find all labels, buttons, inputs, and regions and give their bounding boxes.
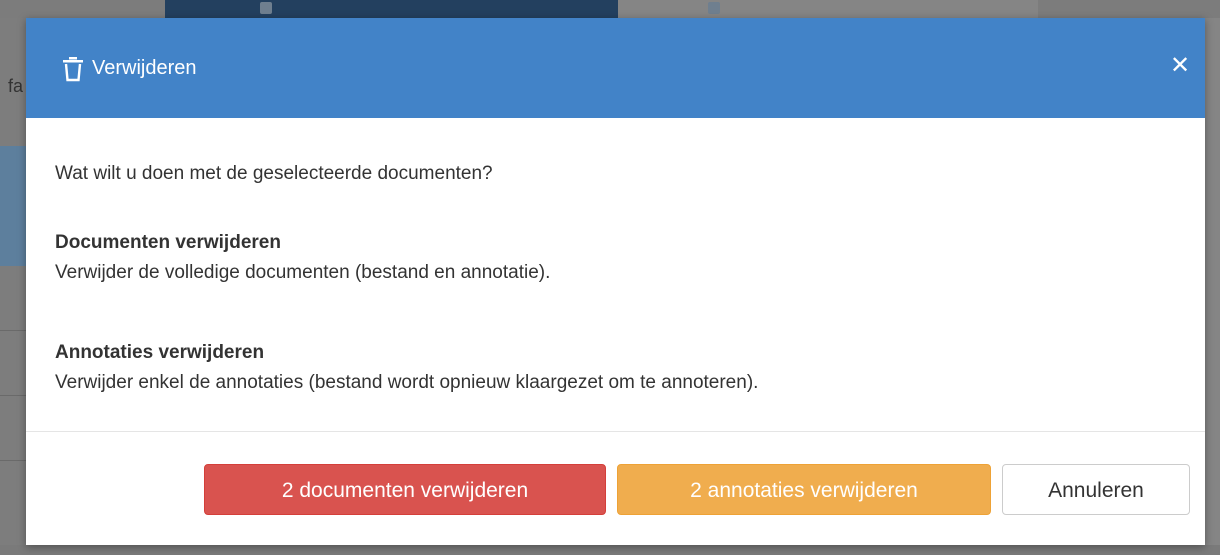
background-row-divider [0, 395, 26, 396]
delete-annotations-button[interactable]: 2 annotaties verwijderen [617, 464, 991, 515]
close-button[interactable]: ✕ [1166, 52, 1194, 80]
background-tab-bar [0, 0, 1220, 18]
background-left-column: fa [0, 18, 26, 555]
delete-dialog: Verwijderen ✕ Wat wilt u doen met de ges… [26, 18, 1205, 545]
trash-icon [63, 57, 83, 82]
background-tab-active [165, 0, 618, 18]
background-text-fragment: fa [8, 76, 24, 96]
option-documents-description: Verwijder de volledige documenten (besta… [55, 262, 551, 283]
background-bottom-edge [0, 545, 1220, 555]
background-tab [618, 0, 1038, 18]
background-right-edge [1205, 18, 1220, 555]
option-annotations-description: Verwijder enkel de annotaties (bestand w… [55, 372, 759, 393]
document-icon [708, 2, 720, 14]
document-icon [260, 2, 272, 14]
dialog-title: Verwijderen [92, 57, 197, 79]
close-icon: ✕ [1169, 52, 1191, 79]
background-selected-row [0, 146, 26, 266]
option-documents-title: Documenten verwijderen [55, 232, 281, 253]
dialog-header: Verwijderen ✕ [26, 18, 1205, 118]
background-row-divider [0, 330, 26, 331]
delete-documents-button[interactable]: 2 documenten verwijderen [204, 464, 606, 515]
dialog-footer: 2 documenten verwijderen 2 annotaties ve… [26, 432, 1205, 545]
cancel-button[interactable]: Annuleren [1002, 464, 1190, 515]
background-row-divider [0, 460, 26, 461]
option-annotations-title: Annotaties verwijderen [55, 342, 265, 363]
dialog-question: Wat wilt u doen met de geselecteerde doc… [55, 163, 493, 184]
dialog-body: Wat wilt u doen met de geselecteerde doc… [26, 118, 1205, 430]
